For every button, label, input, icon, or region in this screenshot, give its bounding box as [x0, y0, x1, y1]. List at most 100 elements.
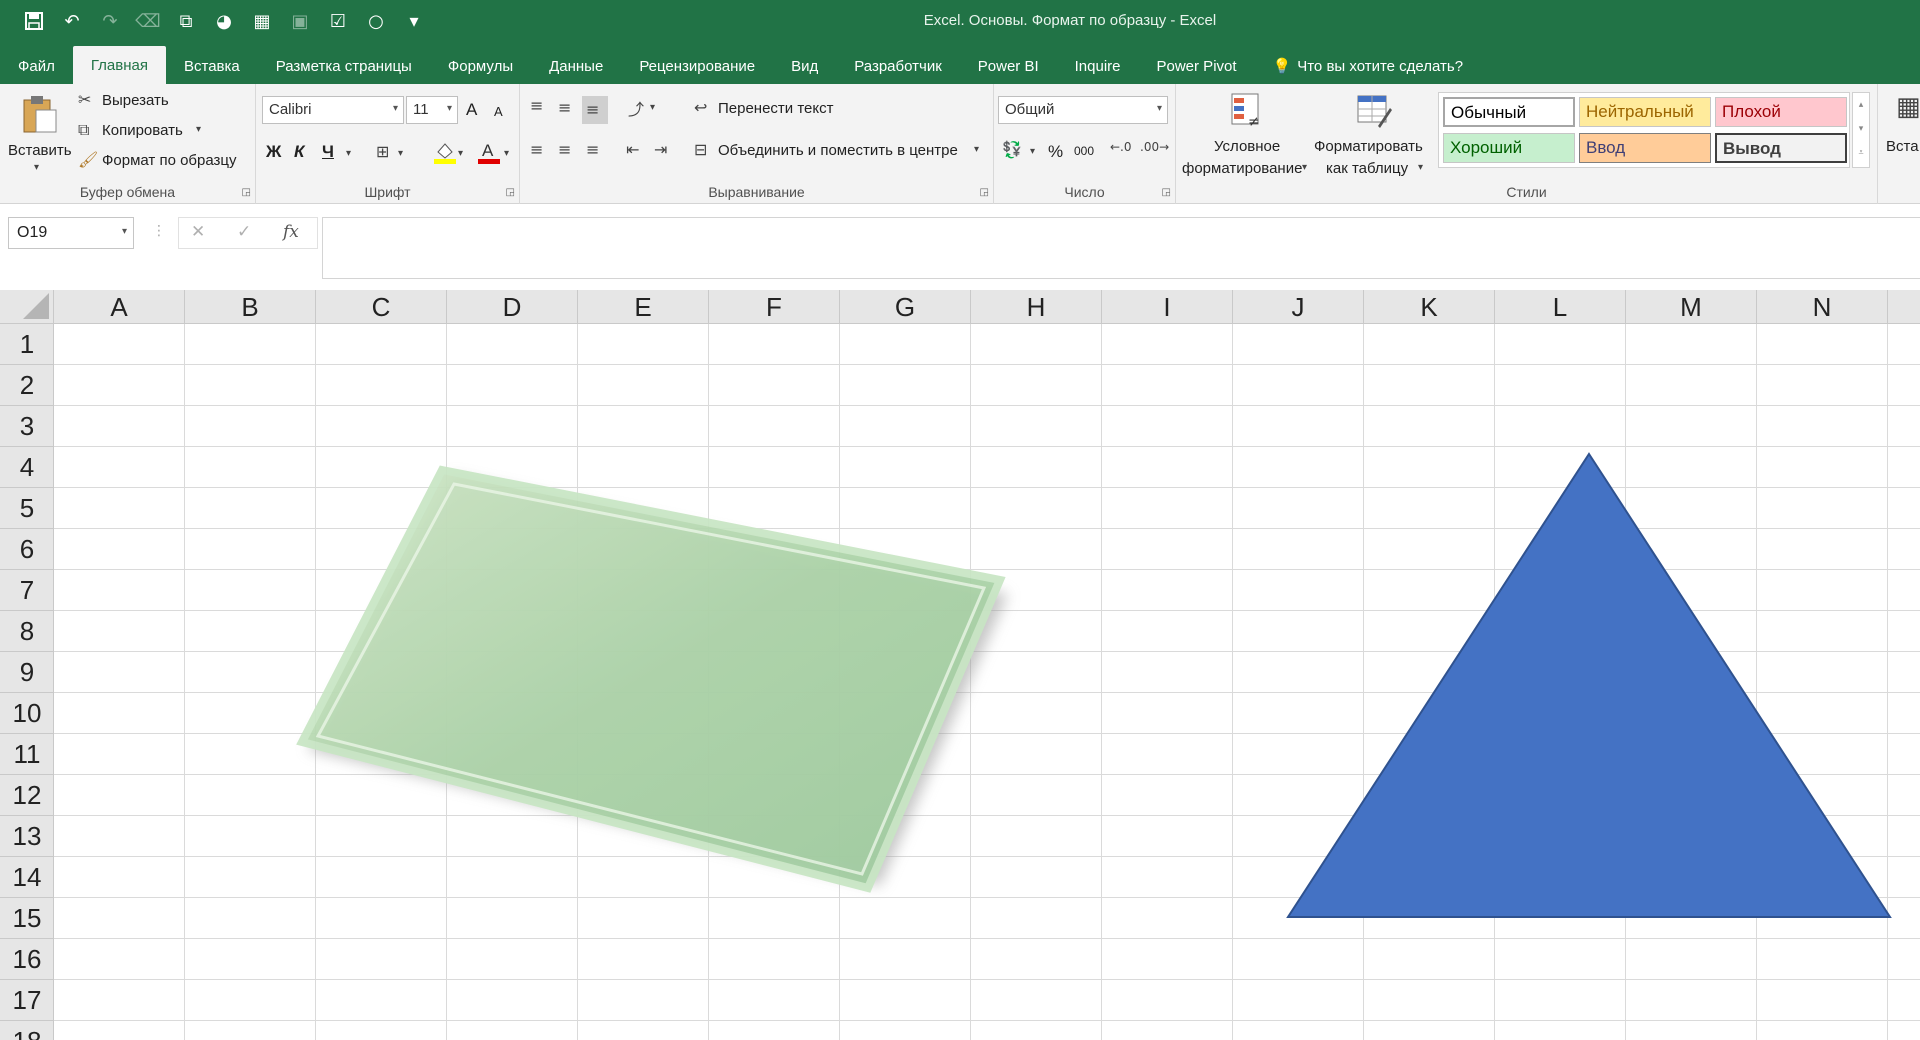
- enter-icon[interactable]: ✓: [237, 222, 251, 242]
- tab-inquire[interactable]: Inquire: [1057, 48, 1139, 84]
- underline-button[interactable]: Ч: [322, 142, 334, 162]
- conditional-formatting-label-2: форматирование: [1182, 160, 1303, 177]
- tab-insert[interactable]: Вставка: [166, 48, 258, 84]
- style-normal-label: Обычный: [1451, 103, 1527, 122]
- tab-view[interactable]: Вид: [773, 48, 836, 84]
- tab-developer[interactable]: Разработчик: [836, 48, 959, 84]
- tell-me-search[interactable]: 💡 Что вы хотите сделать?: [1255, 48, 1482, 84]
- increase-indent-icon[interactable]: ⇥: [654, 140, 667, 159]
- chevron-down-icon: ▾: [34, 162, 40, 173]
- percent-button[interactable]: %: [1048, 142, 1063, 162]
- tell-me-label: Что вы хотите сделать?: [1297, 57, 1464, 75]
- insert-cells-label: Вста: [1886, 138, 1919, 155]
- name-box-value: O19: [17, 224, 48, 241]
- name-box[interactable]: O19 ▾: [8, 217, 134, 249]
- align-top-icon[interactable]: ≡: [530, 96, 543, 115]
- styles-group: ≠ Условное форматирование ▾ Форматироват…: [1176, 84, 1878, 204]
- tab-power-pivot[interactable]: Power Pivot: [1139, 48, 1255, 84]
- tab-review[interactable]: Рецензирование: [621, 48, 773, 84]
- tab-power-bi[interactable]: Power BI: [960, 48, 1057, 84]
- conditional-formatting-icon: ≠: [1231, 93, 1260, 130]
- decrease-indent-icon[interactable]: ⇤: [626, 140, 639, 159]
- thousands-button[interactable]: 000: [1074, 144, 1094, 158]
- chevron-down-icon[interactable]: ▾: [1030, 146, 1035, 157]
- chevron-down-icon: ▾: [446, 103, 452, 114]
- chevron-down-icon[interactable]: ▾: [346, 148, 351, 159]
- gallery-more-icon[interactable]: ⩡: [1853, 141, 1869, 165]
- format-painter-button[interactable]: 🖌 Формат по образцу: [78, 150, 250, 174]
- dialog-launcher-icon[interactable]: ◲: [1162, 187, 1171, 198]
- borders-icon[interactable]: ⊞: [376, 142, 389, 161]
- chevron-down-icon: ▾: [196, 124, 202, 135]
- decrease-decimal-icon[interactable]: .00→: [1140, 140, 1169, 154]
- font-size-select[interactable]: 11 ▾: [406, 96, 458, 124]
- triangle-shape[interactable]: [1286, 452, 1892, 918]
- style-output[interactable]: Вывод: [1715, 133, 1847, 163]
- chevron-down-icon[interactable]: ▾: [398, 148, 403, 159]
- gallery-scroll[interactable]: ▴ ▾ ⩡: [1852, 92, 1870, 168]
- increase-decimal-icon[interactable]: ←.0: [1110, 140, 1132, 154]
- dialog-launcher-icon[interactable]: ◲: [242, 187, 251, 198]
- chevron-down-icon[interactable]: ▾: [650, 102, 655, 113]
- bold-button[interactable]: Ж: [266, 142, 281, 162]
- align-bottom-icon[interactable]: ≡: [582, 96, 608, 124]
- font-color-icon[interactable]: A: [478, 140, 500, 168]
- chevron-down-icon[interactable]: ▾: [504, 148, 509, 159]
- number-format-select[interactable]: Общий ▾: [998, 96, 1168, 124]
- paste-label: Вставить: [8, 142, 72, 159]
- formula-input[interactable]: [322, 217, 1920, 279]
- align-right-icon[interactable]: ≡: [586, 140, 599, 159]
- insert-function-icon[interactable]: fx: [283, 222, 299, 242]
- merge-center-button[interactable]: ⊟ Объединить и поместить в центре ▾: [694, 140, 990, 166]
- grow-font-button[interactable]: A: [466, 100, 477, 120]
- align-left-icon[interactable]: ≡: [530, 140, 543, 159]
- tab-home[interactable]: Главная: [72, 46, 166, 84]
- align-middle-icon[interactable]: ≡: [558, 98, 571, 117]
- gallery-down-icon[interactable]: ▾: [1853, 117, 1869, 141]
- insert-cells-button[interactable]: ▦ Вста: [1882, 88, 1920, 184]
- orientation-icon[interactable]: ⤴: [628, 96, 644, 120]
- merge-center-label: Объединить и поместить в центре: [718, 142, 958, 159]
- style-neutral-label: Нейтральный: [1586, 102, 1694, 121]
- scissors-icon: ✂: [78, 90, 92, 109]
- style-good-label: Хороший: [1450, 138, 1523, 157]
- style-input-label: Ввод: [1586, 138, 1626, 157]
- rectangle-shape[interactable]: [296, 465, 1006, 893]
- italic-button[interactable]: К: [294, 142, 304, 162]
- chevron-down-icon: ▾: [392, 103, 398, 114]
- chevron-down-icon: ▾: [1418, 162, 1424, 173]
- format-as-table-button[interactable]: Форматировать как таблицу ▾: [1314, 88, 1434, 180]
- fill-color-icon[interactable]: [434, 140, 456, 168]
- font-family-select[interactable]: Calibri ▾: [262, 96, 404, 124]
- dialog-launcher-icon[interactable]: ◲: [980, 187, 989, 198]
- align-center-icon[interactable]: ≡: [558, 140, 571, 159]
- style-input[interactable]: Ввод: [1579, 133, 1711, 163]
- dialog-launcher-icon[interactable]: ◲: [506, 187, 515, 198]
- paste-button[interactable]: Вставить ▾: [6, 90, 72, 182]
- gallery-up-icon[interactable]: ▴: [1853, 93, 1869, 117]
- copy-icon: ⧉: [78, 120, 90, 139]
- tab-page-layout[interactable]: Разметка страницы: [258, 48, 430, 84]
- shrink-font-button[interactable]: A: [494, 104, 503, 119]
- tab-data[interactable]: Данные: [531, 48, 621, 84]
- style-normal[interactable]: Обычный: [1443, 97, 1575, 127]
- currency-icon[interactable]: 💱: [1002, 140, 1022, 159]
- lightbulb-icon: 💡: [1272, 57, 1292, 75]
- style-bad[interactable]: Плохой: [1715, 97, 1847, 127]
- style-good[interactable]: Хороший: [1443, 133, 1575, 163]
- style-neutral[interactable]: Нейтральный: [1579, 97, 1711, 127]
- tab-file[interactable]: Файл: [0, 48, 73, 84]
- formula-bar-grip-icon[interactable]: ⋮: [152, 223, 166, 239]
- wrap-text-button[interactable]: ↩ Перенести текст: [694, 98, 894, 124]
- merge-cells-icon: ⊟: [694, 140, 708, 159]
- tab-formulas[interactable]: Формулы: [430, 48, 531, 84]
- format-as-table-label-2: как таблицу: [1326, 160, 1409, 177]
- cancel-icon[interactable]: ✕: [191, 222, 205, 242]
- conditional-formatting-button[interactable]: ≠ Условное форматирование ▾: [1178, 88, 1310, 180]
- clipboard-group-label: Буфер обмена: [79, 184, 176, 200]
- cut-button[interactable]: ✂ Вырезать: [78, 90, 248, 114]
- chevron-down-icon[interactable]: ▾: [458, 148, 463, 159]
- font-family-value: Calibri: [269, 101, 312, 118]
- copy-button[interactable]: ⧉ Копировать ▾: [78, 120, 248, 144]
- formula-buttons: ✕ ✓ fx: [178, 217, 318, 249]
